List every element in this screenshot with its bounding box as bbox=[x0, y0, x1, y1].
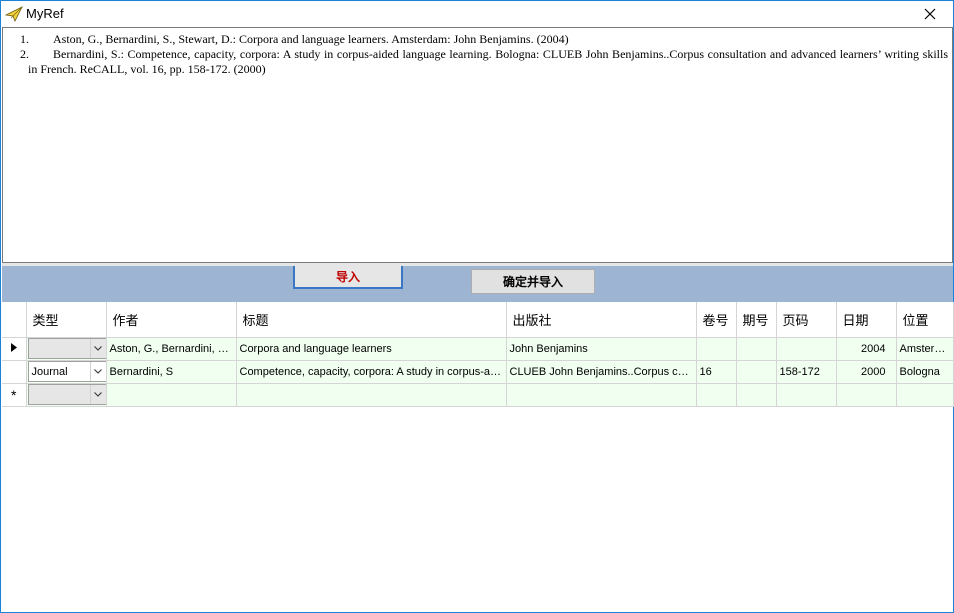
column-header-author[interactable]: 作者 bbox=[106, 302, 237, 338]
type-dropdown[interactable] bbox=[27, 338, 106, 359]
reference-number: 1. bbox=[20, 32, 29, 46]
new-row[interactable]: * bbox=[2, 383, 954, 407]
title-cell[interactable]: Corpora and language learners bbox=[236, 337, 507, 361]
title-cell[interactable] bbox=[236, 383, 507, 407]
location-cell[interactable] bbox=[896, 383, 954, 407]
pages-cell[interactable] bbox=[776, 337, 837, 361]
import-button[interactable]: 导入 bbox=[293, 266, 403, 289]
publisher-cell[interactable] bbox=[506, 383, 697, 407]
column-header-volume[interactable]: 卷号 bbox=[696, 302, 737, 338]
reference-entry: 1. Aston, G., Bernardini, S., Stewart, D… bbox=[7, 32, 948, 47]
current-row-indicator[interactable] bbox=[2, 337, 27, 361]
volume-cell[interactable] bbox=[696, 383, 737, 407]
paper-plane-icon bbox=[5, 6, 23, 22]
pages-cell[interactable]: 158-172 bbox=[776, 360, 837, 384]
column-header-issue[interactable]: 期号 bbox=[736, 302, 777, 338]
toolbar: 导入 确定并导入 bbox=[2, 266, 953, 302]
publisher-cell[interactable]: CLUEB John Benjamins..Corpus consultatio… bbox=[506, 360, 697, 384]
table-row[interactable]: Journal Bernardini, S Competence, capaci… bbox=[2, 360, 954, 384]
location-cell[interactable]: Amsterdam bbox=[896, 337, 954, 361]
reference-grid: 类型 作者 标题 出版社 卷号 期号 页码 日期 位置 Aston, G., B… bbox=[2, 302, 954, 407]
row-header-corner bbox=[2, 302, 27, 338]
grid-header-row: 类型 作者 标题 出版社 卷号 期号 页码 日期 位置 bbox=[2, 302, 954, 338]
reference-entry: 2. Bernardini, S.: Competence, capacity,… bbox=[7, 47, 948, 77]
title-bar[interactable]: MyRef bbox=[1, 1, 953, 27]
confirm-import-button[interactable]: 确定并导入 bbox=[471, 269, 595, 294]
column-header-date[interactable]: 日期 bbox=[836, 302, 897, 338]
chevron-down-icon[interactable] bbox=[89, 385, 106, 404]
author-cell[interactable]: Bernardini, S bbox=[106, 360, 237, 384]
myref-window: MyRef 1. Aston, G., Bernardini, S., Stew… bbox=[0, 0, 954, 613]
reference-text: Aston, G., Bernardini, S., Stewart, D.: … bbox=[53, 32, 569, 46]
column-header-type[interactable]: 类型 bbox=[26, 302, 107, 338]
grid-empty-area bbox=[2, 408, 953, 612]
author-cell[interactable] bbox=[106, 383, 237, 407]
row-pointer-icon bbox=[10, 342, 17, 352]
column-header-location[interactable]: 位置 bbox=[896, 302, 954, 338]
window-title: MyRef bbox=[26, 6, 64, 21]
location-cell[interactable]: Bologna bbox=[896, 360, 954, 384]
chevron-down-icon[interactable] bbox=[89, 339, 106, 358]
type-cell[interactable] bbox=[26, 383, 107, 407]
date-cell[interactable]: 2004 bbox=[836, 337, 897, 361]
issue-cell[interactable] bbox=[736, 360, 777, 384]
column-header-publisher[interactable]: 出版社 bbox=[506, 302, 697, 338]
close-icon bbox=[924, 8, 936, 20]
issue-cell[interactable] bbox=[736, 383, 777, 407]
type-dropdown[interactable]: Journal bbox=[27, 361, 106, 382]
volume-cell[interactable] bbox=[696, 337, 737, 361]
type-value: Journal bbox=[31, 365, 68, 378]
date-cell[interactable]: 2000 bbox=[836, 360, 897, 384]
pages-cell[interactable] bbox=[776, 383, 837, 407]
reference-text: Bernardini, S.: Competence, capacity, co… bbox=[28, 47, 948, 76]
reference-text-area[interactable]: 1. Aston, G., Bernardini, S., Stewart, D… bbox=[2, 27, 953, 263]
column-header-title[interactable]: 标题 bbox=[236, 302, 507, 338]
column-header-pages[interactable]: 页码 bbox=[776, 302, 837, 338]
row-header[interactable] bbox=[2, 360, 27, 384]
title-cell[interactable]: Competence, capacity, corpora: A study i… bbox=[236, 360, 507, 384]
type-dropdown[interactable] bbox=[27, 384, 106, 405]
table-row[interactable]: Aston, G., Bernardini, S., Stewart, D. C… bbox=[2, 337, 954, 361]
publisher-cell[interactable]: John Benjamins bbox=[506, 337, 697, 361]
issue-cell[interactable] bbox=[736, 337, 777, 361]
volume-cell[interactable]: 16 bbox=[696, 360, 737, 384]
new-row-indicator: * bbox=[2, 383, 27, 407]
date-cell[interactable] bbox=[836, 383, 897, 407]
chevron-down-icon[interactable] bbox=[89, 362, 106, 381]
reference-number: 2. bbox=[20, 47, 29, 61]
close-button[interactable] bbox=[907, 1, 953, 27]
type-cell[interactable] bbox=[26, 337, 107, 361]
author-cell[interactable]: Aston, G., Bernardini, S., Stewart, D. bbox=[106, 337, 237, 361]
type-cell[interactable]: Journal bbox=[26, 360, 107, 384]
